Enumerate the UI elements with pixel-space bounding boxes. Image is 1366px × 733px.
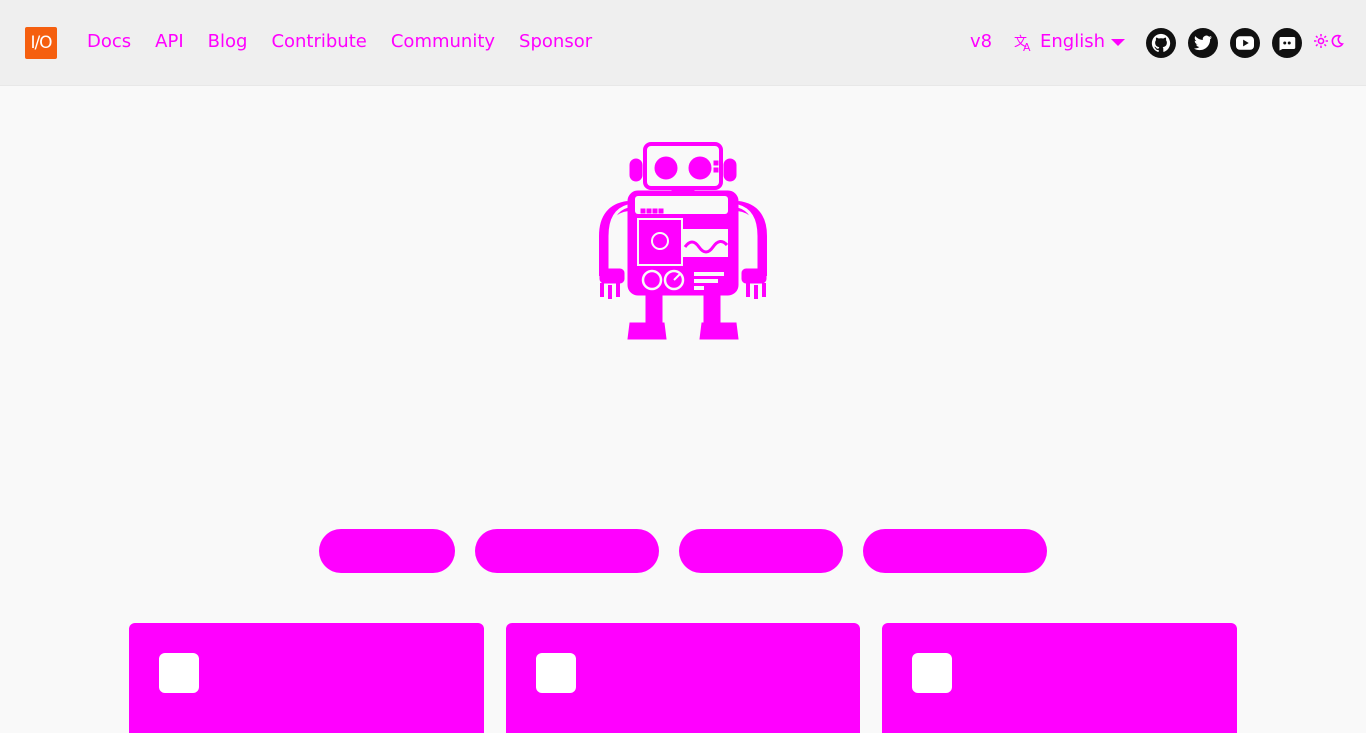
site-logo[interactable]: I/O — [25, 27, 57, 59]
nav-link-docs[interactable]: Docs — [87, 30, 131, 54]
card-icon — [912, 653, 952, 693]
translate-icon: 文 A — [1014, 35, 1031, 52]
robot-illustration — [599, 142, 767, 340]
nav-link-sponsor[interactable]: Sponsor — [519, 30, 592, 54]
feature-card-1[interactable] — [129, 623, 484, 733]
card-icon — [159, 653, 199, 693]
nav-link-contribute[interactable]: Contribute — [271, 30, 366, 54]
chevron-down-icon — [1111, 39, 1125, 46]
feature-card-2[interactable] — [506, 623, 860, 733]
feature-card-3[interactable] — [882, 623, 1237, 733]
language-label: English — [1040, 31, 1105, 52]
sun-icon — [1314, 34, 1328, 48]
version-dropdown[interactable]: v8 — [970, 30, 992, 54]
primary-nav: Docs API Blog Contribute Community Spons… — [87, 30, 616, 54]
moon-icon — [1331, 34, 1344, 48]
youtube-icon[interactable] — [1230, 28, 1260, 58]
hero-pill-button-1[interactable] — [319, 529, 455, 573]
twitter-icon[interactable] — [1188, 28, 1218, 58]
language-selector[interactable]: 文 A English — [1014, 30, 1131, 54]
card-icon — [536, 653, 576, 693]
theme-toggle[interactable] — [1314, 34, 1344, 48]
top-navbar: I/O Docs API Blog Contribute Community S… — [0, 0, 1366, 86]
hero-pill-button-3[interactable] — [679, 529, 843, 573]
discord-icon[interactable] — [1272, 28, 1302, 58]
hero-pill-button-4[interactable] — [863, 529, 1047, 573]
nav-link-blog[interactable]: Blog — [208, 30, 248, 54]
github-icon[interactable] — [1146, 28, 1176, 58]
nav-link-community[interactable]: Community — [391, 30, 495, 54]
logo-text: I/O — [30, 33, 52, 53]
hero-pill-button-2[interactable] — [475, 529, 659, 573]
nav-link-api[interactable]: API — [155, 30, 183, 54]
svg-text:A: A — [1023, 41, 1031, 52]
